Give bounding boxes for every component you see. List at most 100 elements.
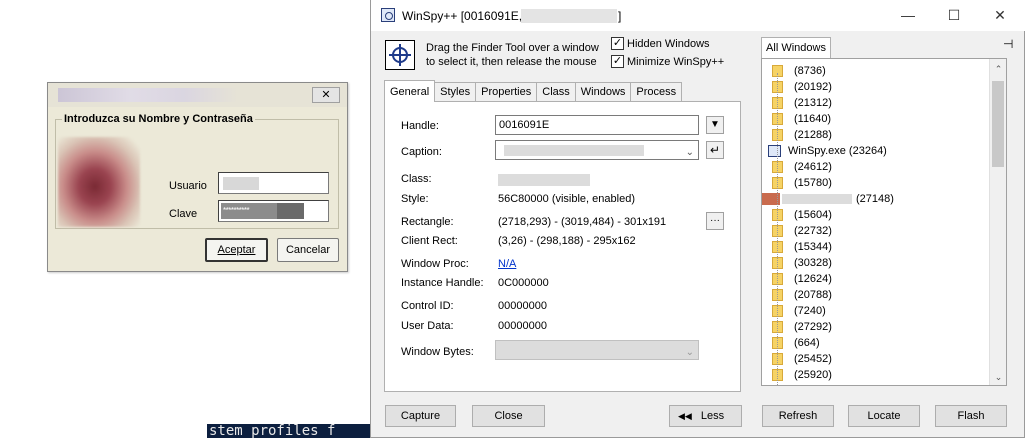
finder-tool-icon[interactable] — [385, 40, 415, 70]
close-dialog-button[interactable]: Close — [472, 405, 545, 427]
hidden-windows-label: Hidden Windows — [627, 37, 710, 50]
tree-item[interactable]: (15780) — [762, 175, 832, 191]
scroll-down-icon[interactable]: ⌄ — [990, 369, 1006, 385]
enter-icon[interactable]: ↵ — [706, 141, 724, 159]
user-data-value: 00000000 — [498, 320, 547, 332]
handle-dropdown-button[interactable]: ▼ — [706, 116, 724, 134]
winspy-title-end: ] — [618, 9, 622, 23]
tab-process[interactable]: Process — [630, 82, 683, 102]
pin-icon[interactable]: ⊣ — [1003, 37, 1013, 51]
winspy-title: WinSpy++ [0016091E, — [402, 9, 523, 23]
less-button[interactable]: ◀◀ Less — [669, 405, 742, 427]
tree-item-redacted[interactable]: (27148) — [762, 191, 894, 207]
tree-item[interactable]: (20192) — [762, 79, 832, 95]
refresh-button[interactable]: Refresh — [762, 405, 834, 427]
tree-item[interactable]: (24612) — [762, 159, 832, 175]
tab-styles[interactable]: Styles — [434, 82, 477, 102]
tree-item[interactable]: (7240) — [762, 303, 826, 319]
tree-item[interactable]: (11640) — [762, 111, 831, 127]
window-proc-link[interactable]: N/A — [498, 258, 516, 270]
tab-all-windows[interactable]: All Windows — [761, 37, 831, 58]
tree-item[interactable]: (25452) — [762, 351, 832, 367]
finder-instructions: Drag the Finder Tool over a window to se… — [426, 41, 599, 69]
scroll-up-icon[interactable]: ⌃ — [990, 61, 1006, 77]
client-rect-value: (3,26) - (298,188) - 295x162 — [498, 235, 636, 247]
tree-item[interactable]: (15604) — [762, 207, 832, 223]
caption-combo[interactable]: ⌄ — [495, 140, 699, 160]
tree-item[interactable]: (20788) — [762, 287, 832, 303]
winspy-app-icon — [381, 8, 395, 22]
window-proc-label: Window Proc: — [401, 258, 469, 270]
scroll-thumb[interactable] — [992, 81, 1004, 167]
rectangle-value: (2718,293) - (3019,484) - 301x191 — [498, 216, 667, 228]
tree-item[interactable]: (30328) — [762, 255, 832, 271]
redacted-title — [58, 88, 238, 102]
window-bytes-label: Window Bytes: — [401, 346, 474, 358]
login-titlebar[interactable]: ✕ — [48, 83, 347, 107]
capture-button[interactable]: Capture — [385, 405, 456, 427]
tab-class[interactable]: Class — [536, 82, 576, 102]
tree-item[interactable]: (25920) — [762, 367, 832, 383]
user-data-label: User Data: — [401, 320, 454, 332]
tree-item[interactable]: (12624) — [762, 271, 832, 287]
close-button[interactable]: ✕ — [977, 0, 1023, 30]
redacted-avatar-image — [58, 137, 140, 227]
control-id-label: Control ID: — [401, 300, 454, 312]
maximize-button[interactable]: ☐ — [931, 0, 977, 30]
class-label: Class: — [401, 173, 432, 185]
clave-input[interactable]: ********** — [218, 200, 329, 222]
tree-item[interactable]: (15344) — [762, 239, 832, 255]
property-tabs: General Styles Properties Class Windows … — [384, 80, 683, 102]
style-label: Style: — [401, 193, 429, 205]
chevron-down-icon: ⌄ — [685, 347, 694, 358]
rectangle-label: Rectangle: — [401, 216, 454, 228]
tree-item[interactable]: (21312) — [762, 95, 832, 111]
cancelar-button[interactable]: Cancelar — [277, 238, 339, 262]
tree-item[interactable]: (22732) — [762, 223, 832, 239]
check-icon: ✓ — [611, 55, 624, 68]
winspy-app-icon — [768, 145, 781, 157]
client-rect-label: Client Rect: — [401, 235, 458, 247]
rectangle-more-button[interactable]: ··· — [706, 212, 724, 230]
flash-button[interactable]: Flash — [935, 405, 1007, 427]
tree-scrollbar[interactable]: ⌃ ⌄ — [989, 59, 1006, 385]
hidden-windows-checkbox[interactable]: ✓ Hidden Windows — [611, 37, 710, 50]
tab-general[interactable]: General — [384, 80, 436, 102]
tree-item-winspy[interactable]: WinSpy.exe (23264) — [762, 143, 887, 159]
finder-instructions-line2: to select it, then release the mouse — [426, 56, 597, 68]
tree-item[interactable]: (664) — [762, 335, 820, 351]
aceptar-button[interactable]: Aceptar — [205, 238, 268, 262]
window-tree[interactable]: (8736) (20192) (21312) (11640) (21288) W… — [761, 58, 1007, 386]
minimize-winspy-label: Minimize WinSpy++ — [627, 55, 725, 68]
minimize-button[interactable]: — — [885, 0, 931, 30]
instance-handle-value: 0C000000 — [498, 277, 549, 289]
redacted-caption — [504, 145, 644, 156]
clave-label: Clave — [169, 208, 198, 220]
general-tab-panel: Handle: 0016091E ▼ Caption: ⌄ ↵ Class: S… — [384, 101, 741, 392]
window-bytes-combo[interactable]: ⌄ — [495, 340, 699, 360]
finder-instructions-line1: Drag the Finder Tool over a window — [426, 42, 599, 54]
redacted-process-name — [782, 194, 852, 204]
winspy-titlebar[interactable]: WinSpy++ [0016091E, ] — ☐ ✕ — [371, 0, 1025, 31]
tab-windows[interactable]: Windows — [574, 82, 632, 102]
password-mask: ********** — [221, 203, 277, 219]
crosshair-vertical — [399, 44, 401, 66]
handle-input[interactable]: 0016091E — [495, 115, 699, 135]
handle-label: Handle: — [401, 120, 439, 132]
minimize-winspy-checkbox[interactable]: ✓ Minimize WinSpy++ — [611, 55, 724, 68]
tree-item[interactable]: (27292) — [762, 319, 832, 335]
tree-item[interactable]: (21288) — [762, 127, 832, 143]
redacted-username — [223, 177, 259, 190]
background-terminal-text: stem profiles f — [207, 424, 377, 438]
locate-button[interactable]: Locate — [848, 405, 920, 427]
usuario-input[interactable] — [218, 172, 329, 194]
tab-properties[interactable]: Properties — [475, 82, 538, 102]
winspy-window: WinSpy++ [0016091E, ] — ☐ ✕ Drag the Fin… — [370, 0, 1025, 438]
password-selection — [277, 203, 304, 219]
check-icon: ✓ — [611, 37, 624, 50]
tree-item[interactable]: (8736) — [762, 63, 826, 79]
double-left-arrow-icon: ◀◀ — [678, 411, 692, 421]
chevron-down-icon: ⌄ — [685, 147, 694, 158]
caption-label: Caption: — [401, 146, 442, 158]
login-close-button[interactable]: ✕ — [312, 87, 340, 103]
